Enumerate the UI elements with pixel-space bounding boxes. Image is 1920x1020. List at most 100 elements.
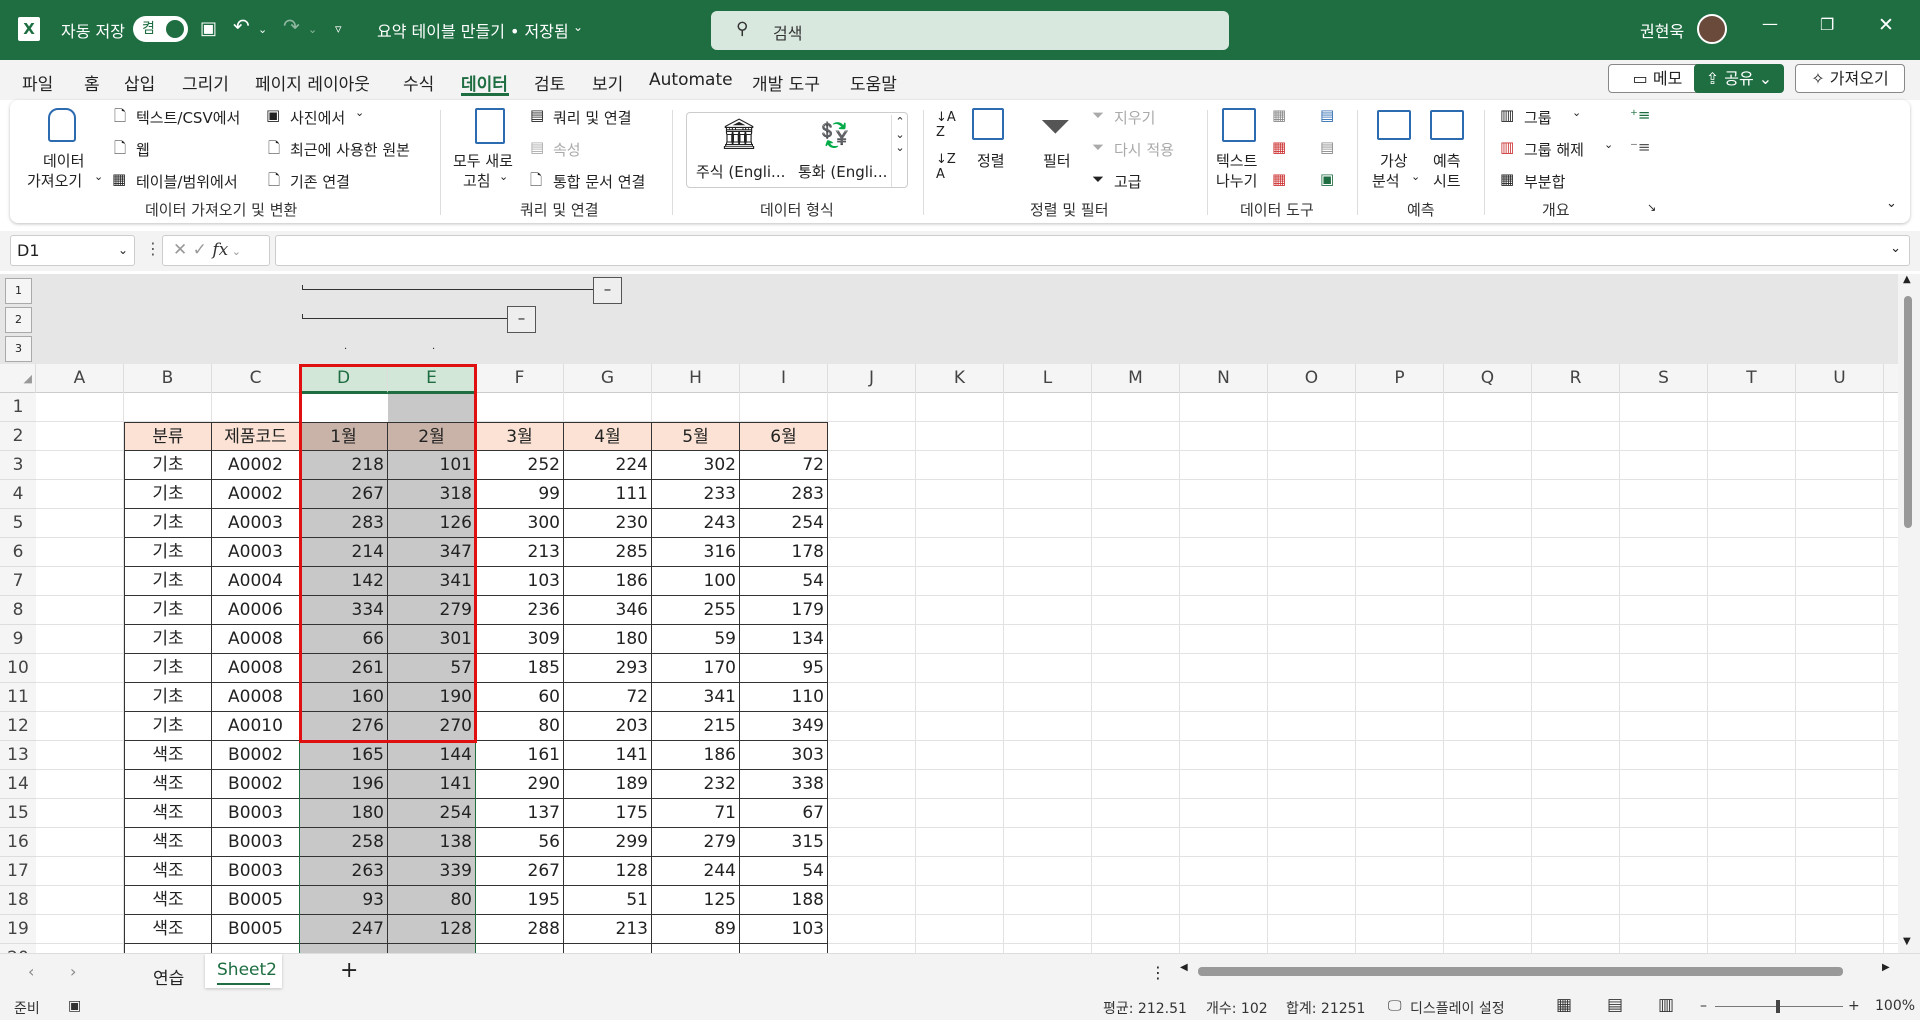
table-cell[interactable]: 색조	[124, 799, 212, 828]
row-header-8[interactable]: 8	[0, 596, 36, 625]
table-cell[interactable]: 263	[300, 857, 388, 886]
table-cell[interactable]: 56	[476, 828, 564, 857]
display-settings[interactable]: 디스플레이 설정	[1410, 998, 1505, 1018]
text-to-columns-label-2[interactable]: 나누기	[1216, 170, 1257, 191]
table-cell[interactable]: 347	[388, 538, 476, 567]
prev-sheet-icon[interactable]: ‹	[28, 962, 34, 981]
table-cell[interactable]: 255	[652, 596, 740, 625]
table-header-cell[interactable]: 2월	[388, 422, 476, 451]
table-cell[interactable]: 기초	[124, 538, 212, 567]
cancel-icon[interactable]: ✕	[173, 240, 187, 260]
column-header-b[interactable]: B	[124, 364, 212, 393]
accessibility-icon[interactable]: ▣	[68, 998, 81, 1014]
stocks-button[interactable]: 주식 (Engli...	[696, 161, 785, 182]
table-cell[interactable]: 기초	[124, 509, 212, 538]
table-cell[interactable]	[300, 944, 388, 953]
table-cell[interactable]: 137	[476, 799, 564, 828]
column-header-g[interactable]: G	[564, 364, 652, 393]
data-model-icon[interactable]: ▣	[1320, 170, 1334, 188]
column-header-n[interactable]: N	[1180, 364, 1268, 393]
formula-input[interactable]: ⌄	[275, 235, 1910, 266]
row-header-3[interactable]: 3	[0, 451, 36, 480]
what-if-label-2[interactable]: 분석	[1372, 170, 1400, 191]
properties-button[interactable]: 속성	[553, 139, 581, 160]
outline-level-2[interactable]: 2	[5, 307, 32, 333]
get-data-label-1[interactable]: 데이터	[43, 150, 84, 171]
edit-links-button[interactable]: 통합 문서 연결	[553, 171, 645, 192]
table-header-cell[interactable]: 5월	[652, 422, 740, 451]
chevron-down-icon[interactable]: ⌄	[1604, 138, 1613, 151]
table-cell[interactable]: 299	[564, 828, 652, 857]
sum-value[interactable]: 합계: 21251	[1286, 998, 1365, 1018]
menu-view[interactable]: 보기	[592, 70, 623, 95]
table-cell[interactable]: 72	[740, 451, 828, 480]
table-cell[interactable]: 309	[476, 625, 564, 654]
table-cell[interactable]: B0002	[212, 741, 300, 770]
table-cell[interactable]: 기초	[124, 567, 212, 596]
vertical-scrollbar[interactable]: ▲ ▼	[1898, 274, 1920, 953]
table-cell[interactable]: 186	[652, 741, 740, 770]
table-cell[interactable]	[388, 944, 476, 953]
forecast-label-1[interactable]: 예측	[1433, 150, 1461, 171]
menu-developer[interactable]: 개발 도구	[752, 70, 820, 95]
hide-detail-icon[interactable]: ⁻≡	[1630, 138, 1651, 156]
row-header-17[interactable]: 17	[0, 857, 36, 886]
table-header-cell[interactable]: 1월	[300, 422, 388, 451]
select-all-corner[interactable]: ◢	[0, 364, 36, 393]
column-header-m[interactable]: M	[1092, 364, 1180, 393]
redo-icon[interactable]: ↷	[283, 14, 300, 38]
avatar[interactable]	[1697, 14, 1727, 44]
clear-button[interactable]: 지우기	[1114, 107, 1155, 128]
table-cell[interactable]: 288	[476, 915, 564, 944]
table-cell[interactable]: 134	[740, 625, 828, 654]
table-cell[interactable]: 270	[388, 712, 476, 741]
horizontal-scrollbar[interactable]: ◀ ▶	[1180, 962, 1890, 980]
table-cell[interactable]: 258	[300, 828, 388, 857]
table-cell[interactable]: 색조	[124, 857, 212, 886]
column-header-h[interactable]: H	[652, 364, 740, 393]
undo-icon[interactable]: ↶	[233, 14, 250, 38]
table-cell[interactable]: 180	[564, 625, 652, 654]
table-cell[interactable]: A0010	[212, 712, 300, 741]
table-cell[interactable]: 165	[300, 741, 388, 770]
row-header-18[interactable]: 18	[0, 886, 36, 915]
redo-dropdown-icon[interactable]: ⌄	[308, 23, 317, 36]
normal-view-icon[interactable]: ▦	[1556, 995, 1572, 1015]
table-cell[interactable]: 111	[564, 480, 652, 509]
table-cell[interactable]: 213	[564, 915, 652, 944]
table-cell[interactable]: 185	[476, 654, 564, 683]
cell-d1[interactable]	[300, 393, 388, 422]
table-cell[interactable]: 293	[564, 654, 652, 683]
table-cell[interactable]: 254	[388, 799, 476, 828]
recent-sources-button[interactable]: 최근에 사용한 원본	[290, 139, 410, 160]
table-cell[interactable]: 141	[388, 770, 476, 799]
table-cell[interactable]: 색조	[124, 770, 212, 799]
restore-icon[interactable]: ❐	[1820, 15, 1834, 34]
consolidate-icon[interactable]: ▤	[1320, 106, 1334, 124]
row-header-10[interactable]: 10	[0, 654, 36, 683]
table-cell[interactable]	[564, 944, 652, 953]
dialog-launcher-icon[interactable]: ↘	[1647, 201, 1656, 214]
table-cell[interactable]	[476, 944, 564, 953]
table-cell[interactable]: A0006	[212, 596, 300, 625]
zoom-in-icon[interactable]: +	[1848, 998, 1860, 1014]
table-cell[interactable]: 기초	[124, 683, 212, 712]
flash-fill-icon[interactable]: ▦	[1272, 106, 1286, 124]
table-cell[interactable]: 218	[300, 451, 388, 480]
table-cell[interactable]: 기초	[124, 654, 212, 683]
table-cell[interactable]: 80	[476, 712, 564, 741]
column-header-r[interactable]: R	[1532, 364, 1620, 393]
table-cell[interactable]: 214	[300, 538, 388, 567]
sort-button[interactable]: 정렬	[977, 150, 1005, 171]
outline-level-1[interactable]: 1	[5, 278, 32, 304]
table-cell[interactable]: 285	[564, 538, 652, 567]
chevron-down-icon[interactable]: ⌄	[118, 236, 128, 265]
row-header-16[interactable]: 16	[0, 828, 36, 857]
document-title[interactable]: 요약 테이블 만들기 • 저장됨	[377, 18, 569, 42]
enter-icon[interactable]: ✓	[193, 240, 207, 260]
collapse-group-button[interactable]: –	[593, 277, 622, 304]
table-cell[interactable]: 341	[652, 683, 740, 712]
currency-button[interactable]: 통화 (Engli...	[798, 161, 887, 182]
table-cell[interactable]	[212, 944, 300, 953]
table-cell[interactable]: A0008	[212, 654, 300, 683]
